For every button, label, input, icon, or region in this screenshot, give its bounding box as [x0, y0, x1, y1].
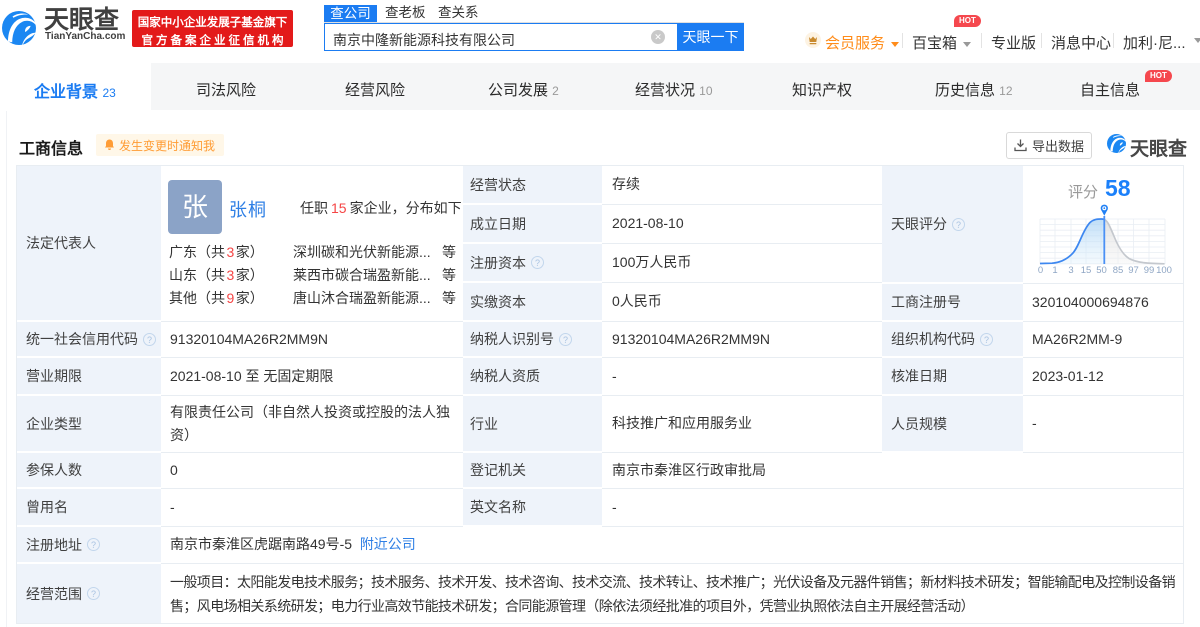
svg-text:0: 0 — [1038, 265, 1043, 276]
svg-text:100: 100 — [1156, 265, 1172, 276]
svg-text:15: 15 — [1081, 265, 1092, 276]
svg-text:99: 99 — [1144, 265, 1155, 276]
svg-text:3: 3 — [1068, 265, 1073, 276]
svg-text:1: 1 — [1052, 265, 1057, 276]
svg-text:97: 97 — [1128, 265, 1139, 276]
svg-text:85: 85 — [1113, 265, 1124, 276]
svg-text:50: 50 — [1096, 265, 1107, 276]
